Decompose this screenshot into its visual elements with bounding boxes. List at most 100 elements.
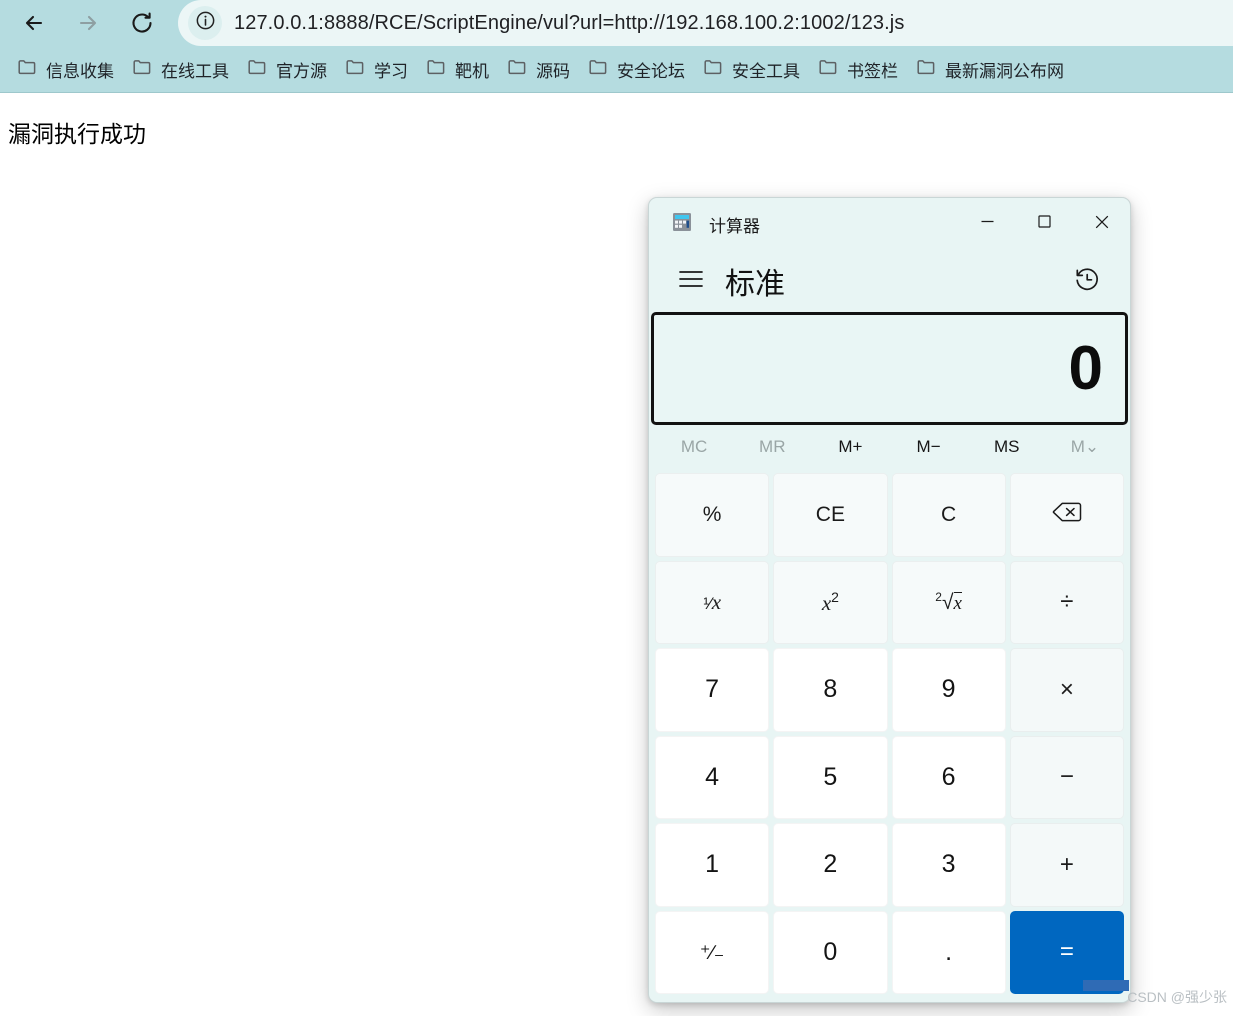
bookmark-label: 书签栏 — [847, 61, 898, 81]
memory-store-button[interactable]: MS — [968, 437, 1046, 457]
memory-list-button[interactable]: M⌄ — [1046, 437, 1124, 457]
percent-button[interactable]: % — [655, 473, 770, 557]
menu-button[interactable] — [671, 261, 711, 301]
clear-entry-button[interactable]: CE — [773, 473, 888, 557]
page-content-area: 漏洞执行成功 计算器 标准 0 MC MR M+ M− MS M⌄ % CE C… — [0, 93, 1233, 1016]
calculator-icon — [671, 211, 693, 238]
calculator-header: 标准 — [649, 250, 1130, 312]
calculator-display[interactable]: 0 — [651, 312, 1128, 425]
site-info-button[interactable] — [188, 6, 222, 40]
digit-3-button[interactable]: 3 — [891, 823, 1006, 907]
folder-icon — [703, 57, 723, 82]
history-clock-icon — [1073, 265, 1101, 298]
page-body-text: 漏洞执行成功 — [8, 121, 146, 147]
bookmark-item[interactable]: 靶机 — [417, 52, 498, 86]
minimize-button[interactable] — [959, 204, 1016, 244]
browser-navigation-bar: 127.0.0.1:8888/RCE/ScriptEngine/vul?url=… — [0, 0, 1233, 46]
reload-icon — [130, 11, 154, 35]
calculator-titlebar[interactable]: 计算器 — [649, 198, 1130, 250]
url-text[interactable]: 127.0.0.1:8888/RCE/ScriptEngine/vul?url=… — [234, 12, 904, 35]
bookmark-label: 安全论坛 — [617, 61, 685, 81]
bookmark-item[interactable]: 在线工具 — [123, 52, 238, 86]
folder-icon — [345, 57, 365, 82]
decimal-button[interactable]: . — [891, 910, 1006, 994]
bookmark-label: 安全工具 — [732, 61, 800, 81]
hamburger-menu-icon — [679, 270, 703, 293]
back-button[interactable] — [14, 3, 54, 43]
calculator-mode-label: 标准 — [725, 268, 785, 301]
bookmark-label: 在线工具 — [161, 61, 229, 81]
info-circle-icon — [195, 10, 216, 36]
watermark-text: CSDN @强少张 — [1127, 989, 1227, 1005]
bookmark-item[interactable]: 安全工具 — [694, 52, 809, 86]
digit-7-button[interactable]: 7 — [655, 648, 770, 732]
folder-icon — [588, 57, 608, 82]
digit-9-button[interactable]: 9 — [891, 648, 1006, 732]
calculator-keypad: % CE C ¹⁄x x2 2√x ÷ 7 8 9 × 4 5 6 − 1 2 … — [649, 469, 1130, 1002]
add-button[interactable]: + — [1009, 823, 1124, 907]
divide-button[interactable]: ÷ — [1009, 560, 1124, 644]
bookmark-item[interactable]: 官方源 — [238, 52, 336, 86]
display-value: 0 — [1068, 333, 1103, 403]
bookmark-item[interactable]: 源码 — [498, 52, 579, 86]
forward-button[interactable] — [68, 3, 108, 43]
reciprocal-button[interactable]: ¹⁄x — [655, 560, 770, 644]
maximize-button[interactable] — [1016, 204, 1073, 244]
watermark-bar — [1083, 980, 1129, 991]
forward-arrow-icon — [76, 11, 100, 35]
digit-8-button[interactable]: 8 — [773, 648, 888, 732]
square-glyph: x2 — [821, 588, 839, 615]
bookmark-label: 信息收集 — [46, 61, 114, 81]
bookmark-item[interactable]: 学习 — [336, 52, 417, 86]
digit-4-button[interactable]: 4 — [655, 735, 770, 819]
back-arrow-icon — [22, 11, 46, 35]
bookmark-item[interactable]: 信息收集 — [8, 52, 123, 86]
folder-icon — [17, 57, 37, 82]
folder-icon — [507, 57, 527, 82]
close-button[interactable] — [1073, 204, 1130, 244]
folder-icon — [426, 57, 446, 82]
maximize-icon — [1037, 214, 1052, 234]
folder-icon — [132, 57, 152, 82]
memory-subtract-button[interactable]: M− — [890, 437, 968, 457]
bookmark-label: 学习 — [374, 61, 408, 81]
clear-button[interactable]: C — [891, 473, 1006, 557]
plus-minus-glyph: ⁺∕₋ — [699, 941, 725, 964]
digit-1-button[interactable]: 1 — [655, 823, 770, 907]
bookmark-item[interactable]: 书签栏 — [809, 52, 907, 86]
negate-button[interactable]: ⁺∕₋ — [655, 910, 770, 994]
minimize-icon — [980, 214, 995, 234]
history-button[interactable] — [1066, 260, 1108, 302]
digit-6-button[interactable]: 6 — [891, 735, 1006, 819]
digit-2-button[interactable]: 2 — [773, 823, 888, 907]
backspace-button[interactable] — [1009, 473, 1124, 557]
close-icon — [1094, 214, 1110, 235]
folder-icon — [818, 57, 838, 82]
calculator-window: 计算器 标准 0 MC MR M+ M− MS M⌄ % CE C ¹⁄x x2… — [648, 197, 1131, 1003]
digit-5-button[interactable]: 5 — [773, 735, 888, 819]
memory-clear-button[interactable]: MC — [655, 437, 733, 457]
folder-icon — [247, 57, 267, 82]
backspace-icon — [1052, 501, 1082, 529]
calculator-window-title: 计算器 — [709, 216, 760, 236]
bookmark-label: 源码 — [536, 61, 570, 81]
memory-buttons-row: MC MR M+ M− MS M⌄ — [649, 425, 1130, 469]
reload-button[interactable] — [122, 3, 162, 43]
address-bar[interactable]: 127.0.0.1:8888/RCE/ScriptEngine/vul?url=… — [178, 0, 1233, 46]
bookmark-item[interactable]: 最新漏洞公布网 — [907, 52, 1073, 86]
memory-recall-button[interactable]: MR — [733, 437, 811, 457]
digit-0-button[interactable]: 0 — [773, 910, 888, 994]
bookmarks-bar: 信息收集 在线工具 官方源 学习 靶机 源码 安全论坛 安全工具 书签栏 最新漏… — [0, 46, 1233, 92]
memory-add-button[interactable]: M+ — [811, 437, 889, 457]
square-root-button[interactable]: 2√x — [891, 560, 1006, 644]
bookmark-label: 靶机 — [455, 61, 489, 81]
sqrt-glyph: 2√x — [935, 589, 962, 614]
square-button[interactable]: x2 — [773, 560, 888, 644]
reciprocal-glyph: ¹⁄x — [703, 589, 722, 614]
browser-chrome: 127.0.0.1:8888/RCE/ScriptEngine/vul?url=… — [0, 0, 1233, 93]
subtract-button[interactable]: − — [1009, 735, 1124, 819]
folder-icon — [916, 57, 936, 82]
bookmark-item[interactable]: 安全论坛 — [579, 52, 694, 86]
multiply-button[interactable]: × — [1009, 648, 1124, 732]
bookmark-label: 最新漏洞公布网 — [945, 61, 1064, 81]
